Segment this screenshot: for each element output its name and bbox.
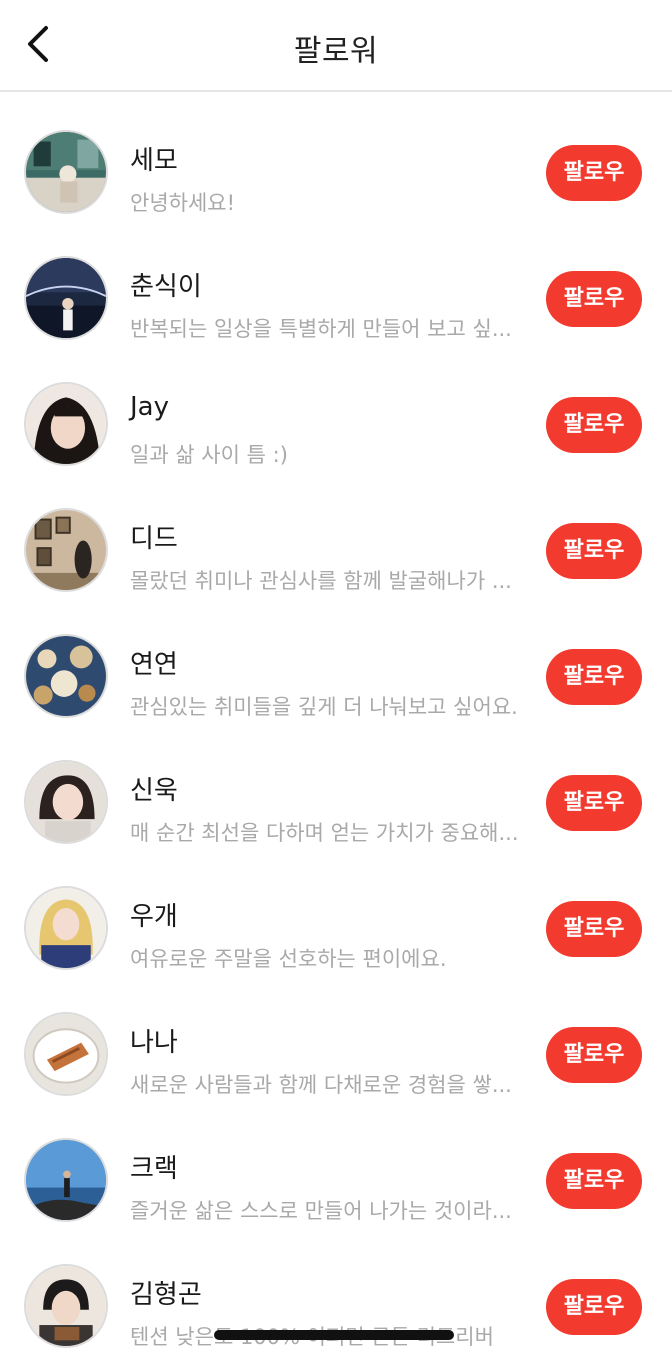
follow-button[interactable]: 팔로우: [546, 775, 642, 831]
user-bio: 반복되는 일상을 특별하게 만들어 보고 싶...: [130, 317, 512, 341]
user-bio: 관심있는 취미들을 깊게 더 나눠보고 싶어요.: [130, 695, 518, 719]
user-name: Jay: [130, 392, 169, 422]
follow-button[interactable]: 팔로우: [546, 397, 642, 453]
follow-button[interactable]: 팔로우: [546, 1279, 642, 1335]
follow-button[interactable]: 팔로우: [546, 145, 642, 201]
user-name: 디드: [130, 524, 178, 554]
avatar[interactable]: [24, 382, 108, 466]
list-item[interactable]: 디드 몰랐던 취미나 관심사를 함께 발굴해나가 ... 팔로우: [0, 470, 672, 596]
follow-button[interactable]: 팔로우: [546, 1027, 642, 1083]
avatar[interactable]: [24, 1138, 108, 1222]
follow-button[interactable]: 팔로우: [546, 1153, 642, 1209]
user-name: 신욱: [130, 776, 178, 806]
avatar-image: [26, 1266, 106, 1346]
user-name: 김형곤: [130, 1280, 202, 1310]
avatar-image: [26, 384, 106, 464]
avatar[interactable]: [24, 886, 108, 970]
avatar-image: [26, 636, 106, 716]
user-name: 세모: [130, 146, 178, 176]
user-name: 연연: [130, 650, 178, 680]
avatar[interactable]: [24, 760, 108, 844]
user-bio: 몰랐던 취미나 관심사를 함께 발굴해나가 ...: [130, 569, 512, 593]
follow-button[interactable]: 팔로우: [546, 523, 642, 579]
follow-button[interactable]: 팔로우: [546, 901, 642, 957]
list-item[interactable]: 춘식이 반복되는 일상을 특별하게 만들어 보고 싶... 팔로우: [0, 218, 672, 344]
list-item[interactable]: 세모 안녕하세요! 팔로우: [0, 92, 672, 218]
avatar-image: [26, 1140, 106, 1220]
avatar-image: [26, 132, 106, 212]
user-name: 우개: [130, 902, 178, 932]
avatar-image: [26, 888, 106, 968]
top-bar: 팔로워: [0, 0, 672, 92]
follower-list: 세모 안녕하세요! 팔로우 춘식이 반복되는 일상을 특별하게 만들어 보고 싶…: [0, 92, 672, 1352]
avatar-image: [26, 258, 106, 338]
list-item[interactable]: 연연 관심있는 취미들을 깊게 더 나눠보고 싶어요. 팔로우: [0, 596, 672, 722]
user-bio: 매 순간 최선을 다하며 얻는 가치가 중요해...: [130, 821, 519, 845]
user-bio: 즐거운 삶은 스스로 만들어 나가는 것이라...: [130, 1199, 512, 1223]
user-bio: 일과 삶 사이 틈 :): [130, 443, 288, 467]
list-item[interactable]: 우개 여유로운 주말을 선호하는 편이에요. 팔로우: [0, 848, 672, 974]
avatar[interactable]: [24, 130, 108, 214]
page-title: 팔로워: [293, 34, 379, 69]
user-bio: 안녕하세요!: [130, 191, 236, 215]
avatar-image: [26, 1014, 106, 1094]
avatar[interactable]: [24, 634, 108, 718]
home-indicator: [214, 1330, 454, 1340]
user-name: 나나: [130, 1028, 178, 1058]
avatar-image: [26, 510, 106, 590]
follow-button[interactable]: 팔로우: [546, 271, 642, 327]
user-bio: 여유로운 주말을 선호하는 편이에요.: [130, 947, 447, 971]
list-item[interactable]: Jay 일과 삶 사이 틈 :) 팔로우: [0, 344, 672, 470]
list-item[interactable]: 신욱 매 순간 최선을 다하며 얻는 가치가 중요해... 팔로우: [0, 722, 672, 848]
list-item[interactable]: 크랙 즐거운 삶은 스스로 만들어 나가는 것이라... 팔로우: [0, 1100, 672, 1226]
avatar-image: [26, 762, 106, 842]
user-name: 춘식이: [130, 272, 202, 302]
avatar[interactable]: [24, 508, 108, 592]
follow-button[interactable]: 팔로우: [546, 649, 642, 705]
avatar[interactable]: [24, 256, 108, 340]
avatar[interactable]: [24, 1264, 108, 1348]
list-item[interactable]: 나나 새로운 사람들과 함께 다채로운 경험을 쌓... 팔로우: [0, 974, 672, 1100]
avatar[interactable]: [24, 1012, 108, 1096]
user-name: 크랙: [130, 1154, 178, 1184]
user-bio: 새로운 사람들과 함께 다채로운 경험을 쌓...: [130, 1073, 512, 1097]
